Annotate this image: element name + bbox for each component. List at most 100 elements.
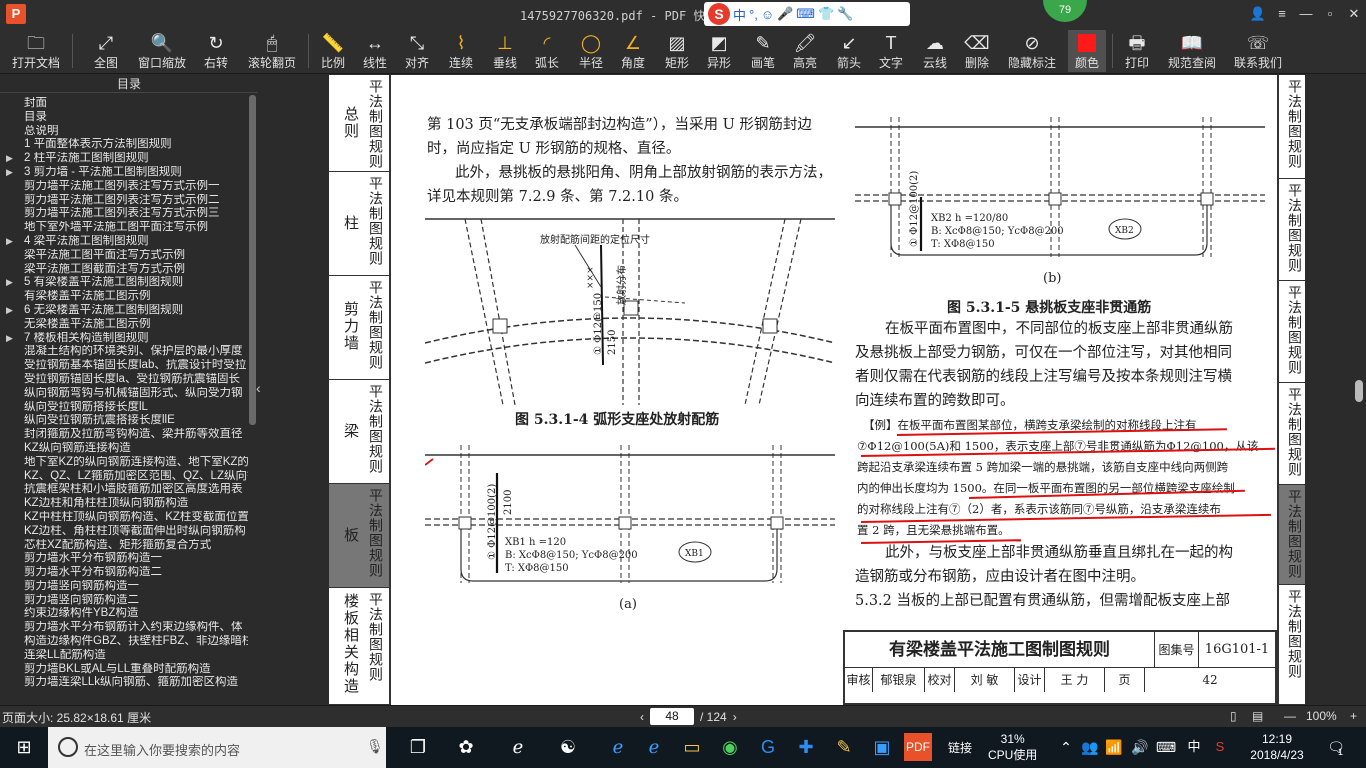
zoom-level[interactable]: 100% bbox=[1306, 709, 1337, 723]
toc-item[interactable]: ▶ 2 柱平法施工图制图规则 bbox=[0, 152, 248, 166]
toc-item[interactable]: 纵向受拉钢筋抗震搭接长度llE bbox=[0, 414, 248, 428]
emoji-icon[interactable]: ☺ bbox=[761, 7, 774, 22]
toc-item[interactable]: 连梁LL配筋构造 bbox=[0, 649, 248, 663]
toc-item[interactable]: 剪力墙BKL或AL与LL重叠时配筋构造 bbox=[0, 663, 248, 677]
wifi-icon[interactable]: 📶 bbox=[1100, 733, 1128, 761]
tools-icon[interactable]: 🔧 bbox=[837, 6, 853, 22]
toc-item[interactable]: 抗震框架柱和小墙肢箍筋加密区高度选用表 bbox=[0, 483, 248, 497]
pdf-viewer-task-icon[interactable]: PDF bbox=[904, 733, 932, 761]
toc-item[interactable]: ▶ 4 梁平法施工图制图规则 bbox=[0, 235, 248, 249]
color-button[interactable]: 颜色 bbox=[1068, 30, 1106, 72]
highlight-button[interactable]: 🖍 高亮 bbox=[790, 30, 820, 72]
toc-item[interactable]: 芯柱XZ配筋构造、矩形箍筋复合方式 bbox=[0, 539, 248, 553]
toc-item[interactable]: 地下室KZ的纵向钢筋连接构造、地下室KZ的 bbox=[0, 456, 248, 470]
task-view-icon[interactable]: ❐ bbox=[404, 733, 432, 761]
notification-icon[interactable]: 🗨 bbox=[1322, 733, 1350, 761]
sogou-tray-icon[interactable]: S bbox=[1206, 733, 1234, 761]
g-app-icon[interactable]: G bbox=[754, 733, 782, 761]
zoom-in-button[interactable]: + bbox=[1350, 709, 1357, 723]
system-clock[interactable]: 12:19 2018/4/23 bbox=[1246, 731, 1308, 763]
skin-icon[interactable]: 👕 bbox=[818, 6, 834, 22]
toc-item[interactable]: KZ边柱和角柱柱顶纵向钢筋构造 bbox=[0, 497, 248, 511]
toc-item[interactable]: 受拉钢筋基本锚固长度lab、抗震设计时受拉 bbox=[0, 359, 248, 373]
page-number-input[interactable]: 48 bbox=[650, 708, 694, 725]
voice-icon[interactable]: 🎤 bbox=[777, 6, 793, 22]
toc-item[interactable]: 有梁楼盖平法施工图示例 bbox=[0, 290, 248, 304]
prev-page-button[interactable]: ‹ bbox=[640, 710, 644, 724]
toc-item[interactable]: 受拉钢筋锚固长度la、受拉钢筋抗震锚固长 bbox=[0, 373, 248, 387]
toc-item[interactable]: 纵向受拉钢筋搭接长度lL bbox=[0, 401, 248, 415]
cloud-line-button[interactable]: ☁ 云线 bbox=[920, 30, 950, 72]
toc-item[interactable]: 纵向钢筋弯钩与机械锚固形式、纵向受力钢 bbox=[0, 387, 248, 401]
continuous-dim-button[interactable]: ⌇ 连续 bbox=[446, 30, 476, 72]
single-page-icon[interactable]: ▯ bbox=[1230, 709, 1237, 723]
spiral-browser-icon[interactable]: ☯ bbox=[554, 733, 582, 761]
toc-item[interactable]: KZ中柱柱顶纵向钢筋构造、KZ柱变截面位置 bbox=[0, 511, 248, 525]
keyboard-icon[interactable]: ⌨ bbox=[796, 6, 815, 22]
toc-item[interactable]: 剪力墙水平分布钢筋计入约束边缘构件、体 bbox=[0, 621, 248, 635]
document-scrollbar[interactable] bbox=[1355, 380, 1363, 402]
delete-button[interactable]: ⌫ 删除 bbox=[962, 30, 992, 72]
window-zoom-button[interactable]: 🔍 窗口缩放 bbox=[136, 30, 188, 72]
sogou-ime-icon[interactable]: S bbox=[708, 3, 730, 25]
hide-annotations-button[interactable]: ⊘ 隐藏标注 bbox=[1006, 30, 1058, 72]
expand-arrow-icon[interactable]: ▶ bbox=[6, 152, 13, 166]
minimize-button[interactable]: — bbox=[1294, 0, 1318, 28]
app-flower-icon[interactable]: ✿ bbox=[452, 733, 480, 761]
radius-button[interactable]: ◯ 半径 bbox=[576, 30, 606, 72]
toc-item[interactable]: ▶ 5 有梁楼盖平法施工图制图规则 bbox=[0, 276, 248, 290]
toc-item[interactable]: 剪力墙平法施工图列表注写方式示例二 bbox=[0, 194, 248, 208]
toc-item[interactable]: 无梁楼盖平法施工图示例 bbox=[0, 318, 248, 332]
open-document-button[interactable]: 🗀 打开文档 bbox=[8, 30, 64, 72]
toc-item[interactable]: 地下室外墙平法施工图平面注写示例 bbox=[0, 221, 248, 235]
green-app-icon[interactable]: ◉ bbox=[716, 733, 744, 761]
toc-item[interactable]: 封闭箍筋及拉筋弯钩构造、梁并筋等效直径 bbox=[0, 428, 248, 442]
toc-item[interactable]: 约束边缘构件YBZ构造 bbox=[0, 607, 248, 621]
rectangle-button[interactable]: ▨ 矩形 bbox=[662, 30, 692, 72]
store-app-icon[interactable]: ▣ bbox=[868, 733, 896, 761]
app-logo-icon[interactable]: P bbox=[6, 4, 26, 24]
score-badge[interactable]: 79 bbox=[1043, 0, 1087, 22]
angle-button[interactable]: ∠ 角度 bbox=[618, 30, 648, 72]
continuous-page-icon[interactable]: ▤ bbox=[1252, 709, 1263, 723]
fit-page-button[interactable]: ⤢ 全图 bbox=[88, 30, 124, 72]
microphone-icon[interactable]: 🎙 bbox=[366, 738, 384, 755]
linear-dim-button[interactable]: ↔ 线性 bbox=[360, 30, 390, 72]
toc-item[interactable]: 剪力墙连梁LLk纵向钢筋、箍筋加密区构造 bbox=[0, 676, 248, 690]
links-label[interactable]: 链接 bbox=[948, 739, 972, 756]
toc-item[interactable]: 剪力墙竖向钢筋构造二 bbox=[0, 594, 248, 608]
toc-item[interactable]: 封面 bbox=[0, 97, 248, 111]
toc-item[interactable]: KZ纵向钢筋连接构造 bbox=[0, 442, 248, 456]
text-button[interactable]: T 文字 bbox=[876, 30, 906, 72]
toc-item[interactable]: 剪力墙水平分布钢筋构造二 bbox=[0, 566, 248, 580]
scroll-page-button[interactable]: 🖱 滚轮翻页 bbox=[244, 30, 300, 72]
toc-item[interactable]: ▶ 7 楼板相关构造制图规则 bbox=[0, 332, 248, 346]
perpendicular-button[interactable]: ⊥ 垂线 bbox=[490, 30, 520, 72]
document-viewer[interactable]: 总则 平法制图规则柱平法制图规则 剪力墙 平法制图规则梁平法制图规则板平法制图规则 楼板… bbox=[268, 75, 1363, 705]
pen-button[interactable]: ✎ 画笔 bbox=[748, 30, 778, 72]
collapse-sidebar-button[interactable]: ‹ bbox=[256, 380, 268, 400]
ime-toolbar[interactable]: S 中 °, ☺ 🎤 ⌨ 👕 🔧 bbox=[704, 2, 910, 26]
notes-app-icon[interactable]: ✎ bbox=[830, 733, 858, 761]
rotate-right-button[interactable]: ↻ 右转 bbox=[200, 30, 232, 72]
expand-arrow-icon[interactable]: ▶ bbox=[6, 166, 13, 180]
user-icon[interactable]: 👤 bbox=[1246, 0, 1270, 28]
maximize-button[interactable]: ▫ bbox=[1318, 0, 1342, 28]
expand-arrow-icon[interactable]: ▶ bbox=[6, 235, 13, 249]
toc-item[interactable]: 混凝土结构的环境类别、保护层的最小厚度 bbox=[0, 345, 248, 359]
toc-item[interactable]: 构造边缘构件GBZ、扶壁柱FBZ、非边缘暗柱 bbox=[0, 635, 248, 649]
expand-arrow-icon[interactable]: ▶ bbox=[6, 332, 13, 346]
scale-button[interactable]: 📏 比例 bbox=[318, 30, 348, 72]
close-button[interactable]: ✕ bbox=[1342, 0, 1366, 28]
toc-item[interactable]: 梁平法施工图截面注写方式示例 bbox=[0, 263, 248, 277]
toc-item[interactable]: 剪力墙平法施工图列表注写方式示例一 bbox=[0, 180, 248, 194]
arc-length-button[interactable]: ◜ 弧长 bbox=[532, 30, 562, 72]
file-explorer-icon[interactable]: ▭ bbox=[678, 733, 706, 761]
menu-icon[interactable]: ≡ bbox=[1270, 0, 1294, 28]
sidebar-scrollbar[interactable] bbox=[249, 95, 256, 425]
contact-us-button[interactable]: ☏ 联系我们 bbox=[1232, 30, 1284, 72]
toc-item[interactable]: 1 平面整体表示方法制图规则 bbox=[0, 138, 248, 152]
expand-arrow-icon[interactable]: ▶ bbox=[6, 276, 13, 290]
arrow-button[interactable]: ↙ 箭头 bbox=[834, 30, 864, 72]
ie-icon[interactable]: ℯ bbox=[640, 733, 668, 761]
